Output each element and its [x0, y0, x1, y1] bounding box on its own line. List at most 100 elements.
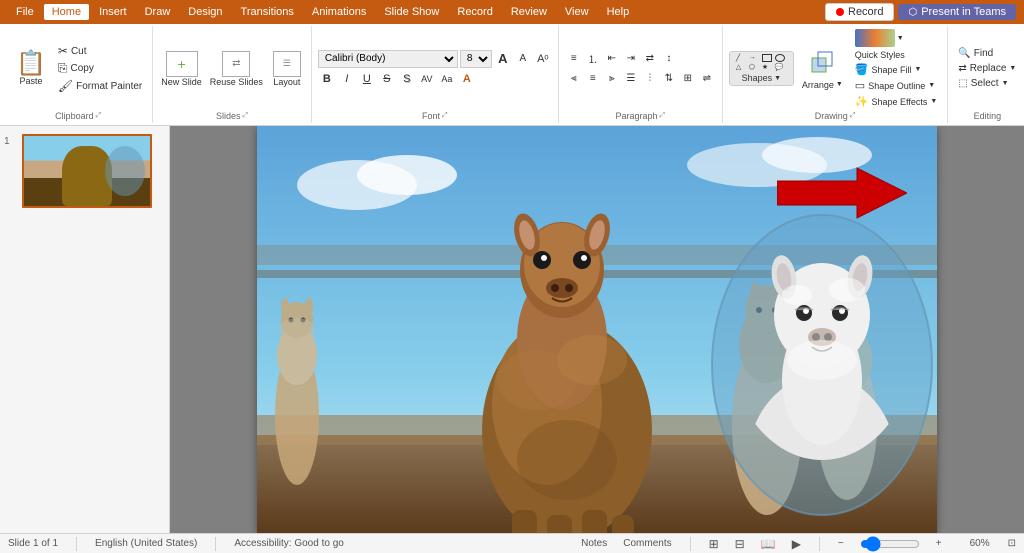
drawing-small-btns: ▼ Quick Styles 🪣 Shape Fill ▼ ▭ Shape Ou…	[851, 28, 942, 109]
replace-button[interactable]: ⇄ Replace ▼	[954, 62, 1020, 75]
align-right-button[interactable]: ⫸	[603, 70, 621, 88]
numbering-button[interactable]: ⒈	[584, 50, 602, 68]
find-icon: 🔍	[958, 48, 970, 59]
copy-button[interactable]: ⎘ Copy	[54, 60, 146, 77]
paragraph-content: ≡ ⒈ ⇤ ⇥ ⇄ ↕ ⫷ ≡ ⫸ ☰ ⫶ ⇅ ⊞	[565, 28, 716, 109]
change-case-button[interactable]: Aa	[438, 70, 456, 88]
present-teams-button[interactable]: ⬡ Present in Teams	[898, 4, 1016, 20]
find-button[interactable]: 🔍 Find	[954, 47, 1020, 60]
thumb-ellipse	[105, 146, 145, 196]
paste-label: Paste	[19, 76, 42, 86]
menu-slideshow[interactable]: Slide Show	[376, 4, 447, 20]
fill-dropdown-icon: ▼	[915, 66, 922, 73]
zoom-in-button[interactable]: +	[936, 538, 942, 549]
clipboard-small-buttons: ✂ Cut ⎘ Copy 🖌 Format Painter	[54, 43, 146, 94]
text-direction-button[interactable]: ⇅	[660, 70, 678, 88]
editing-group: 🔍 Find ⇄ Replace ▼ ⬚ Select ▼	[948, 26, 1024, 123]
align-text-button[interactable]: ⊞	[679, 70, 697, 88]
smartart-convert-button[interactable]: ⇌	[698, 70, 716, 88]
indent-decrease-button[interactable]: ⇤	[603, 50, 621, 68]
slides-group: + New Slide ⇄ Reuse Slides ☰ Layout	[153, 26, 312, 123]
shapes-grid: ╱ → △ ⬠ ★ 💬	[736, 54, 787, 71]
justify-button[interactable]: ☰	[622, 70, 640, 88]
paste-button[interactable]: 📋 Paste	[10, 50, 52, 88]
shape-effects-button[interactable]: ✨ Shape Effects ▼	[851, 94, 942, 109]
arrange-button[interactable]: Arrange ▼	[798, 44, 847, 94]
slide-canvas[interactable]	[257, 126, 937, 533]
shadow-button[interactable]: S	[398, 70, 416, 88]
align-left-button[interactable]: ⫷	[565, 70, 583, 88]
select-button[interactable]: ⬚ Select ▼	[954, 77, 1020, 90]
notes-button[interactable]: Notes	[581, 538, 607, 549]
bold-button[interactable]: B	[318, 70, 336, 88]
char-spacing-button[interactable]: AV	[418, 70, 436, 88]
paragraph-group-label: Paragraph ⤢	[565, 109, 716, 121]
menu-record[interactable]: Record	[449, 4, 500, 20]
shapes-button[interactable]: ╱ → △ ⬠ ★ 💬 Shapes ▼	[729, 51, 794, 86]
comments-button[interactable]: Comments	[623, 538, 671, 549]
menu-draw[interactable]: Draw	[137, 4, 179, 20]
shape-star: ★	[762, 63, 774, 71]
underline-button[interactable]: U	[358, 70, 376, 88]
slide-1-number: 1	[4, 136, 18, 147]
select-dropdown: ▼	[1002, 80, 1009, 87]
font-controls: Calibri (Body) 88 A A Aᵒ B I U S	[318, 50, 552, 88]
drawing-expand-icon[interactable]: ⤢	[850, 112, 856, 120]
reuse-slides-button[interactable]: ⇄ Reuse Slides	[208, 49, 265, 89]
layout-button[interactable]: ☰ Layout	[269, 49, 305, 89]
shapes-container: ╱ → △ ⬠ ★ 💬 Shapes ▼	[729, 51, 794, 86]
convert-smartart-button[interactable]: ⇄	[641, 50, 659, 68]
shape-effects-icon: ✨	[855, 95, 869, 108]
menu-insert[interactable]: Insert	[91, 4, 135, 20]
menu-animations[interactable]: Animations	[304, 4, 374, 20]
line-spacing-button[interactable]: ↕	[660, 50, 678, 68]
zoom-slider[interactable]	[860, 536, 920, 552]
align-center-button[interactable]: ≡	[584, 70, 602, 88]
menu-file[interactable]: File	[8, 4, 42, 20]
bullets-button[interactable]: ≡	[565, 50, 583, 68]
menu-help[interactable]: Help	[599, 4, 638, 20]
canvas-area[interactable]	[170, 126, 1024, 533]
slide-1-thumbnail[interactable]	[22, 134, 152, 208]
clear-format-button[interactable]: Aᵒ	[534, 50, 552, 68]
record-button[interactable]: Record	[825, 3, 894, 21]
zoom-level[interactable]: 60%	[958, 538, 990, 549]
title-bar-right: Record ⬡ Present in Teams	[825, 3, 1016, 21]
outline-dropdown-icon: ▼	[928, 82, 935, 89]
menu-design[interactable]: Design	[180, 4, 230, 20]
arrange-label: Arrange ▼	[802, 80, 843, 90]
reuse-slides-icon: ⇄	[222, 51, 250, 77]
menu-transitions[interactable]: Transitions	[233, 4, 302, 20]
clipboard-content: 📋 Paste ✂ Cut ⎘ Copy 🖌 Format Painter	[10, 28, 146, 109]
font-expand-icon[interactable]: ⤢	[442, 112, 448, 120]
increase-font-button[interactable]: A	[494, 50, 512, 68]
clipboard-expand-icon[interactable]: ⤢	[96, 112, 102, 120]
new-slide-button[interactable]: + New Slide	[159, 49, 204, 89]
shape-outline-button[interactable]: ▭ Shape Outline ▼	[851, 78, 942, 93]
format-painter-button[interactable]: 🖌 Format Painter	[54, 78, 146, 94]
paragraph-expand-icon[interactable]: ⤢	[660, 112, 666, 120]
menu-view[interactable]: View	[557, 4, 597, 20]
menu-home[interactable]: Home	[44, 4, 89, 20]
menu-review[interactable]: Review	[503, 4, 555, 20]
indent-increase-button[interactable]: ⇥	[622, 50, 640, 68]
strikethrough-button[interactable]: S	[378, 70, 396, 88]
format-painter-icon: 🖌	[58, 79, 73, 93]
italic-button[interactable]: I	[338, 70, 356, 88]
cut-button[interactable]: ✂ Cut	[54, 43, 146, 59]
slides-expand-icon[interactable]: ⤢	[243, 112, 249, 120]
drawing-group: ╱ → △ ⬠ ★ 💬 Shapes ▼	[723, 26, 948, 123]
columns-button[interactable]: ⫶	[641, 70, 659, 88]
font-row-1: Calibri (Body) 88 A A Aᵒ	[318, 50, 552, 68]
font-color-button[interactable]: A	[458, 70, 476, 88]
decrease-font-button[interactable]: A	[514, 50, 532, 68]
font-name-select[interactable]: Calibri (Body)	[318, 50, 458, 68]
font-size-select[interactable]: 88	[460, 50, 492, 68]
fit-slide-button[interactable]: ⊡	[1008, 538, 1016, 549]
shape-triangle: △	[736, 63, 748, 71]
shape-fill-button[interactable]: 🪣 Shape Fill ▼	[851, 62, 942, 77]
accessibility-status: Accessibility: Good to go	[234, 538, 344, 549]
select-icon: ⬚	[958, 78, 967, 89]
zoom-out-button[interactable]: −	[838, 538, 844, 549]
quick-styles-button[interactable]: ▼ Quick Styles	[851, 28, 942, 61]
